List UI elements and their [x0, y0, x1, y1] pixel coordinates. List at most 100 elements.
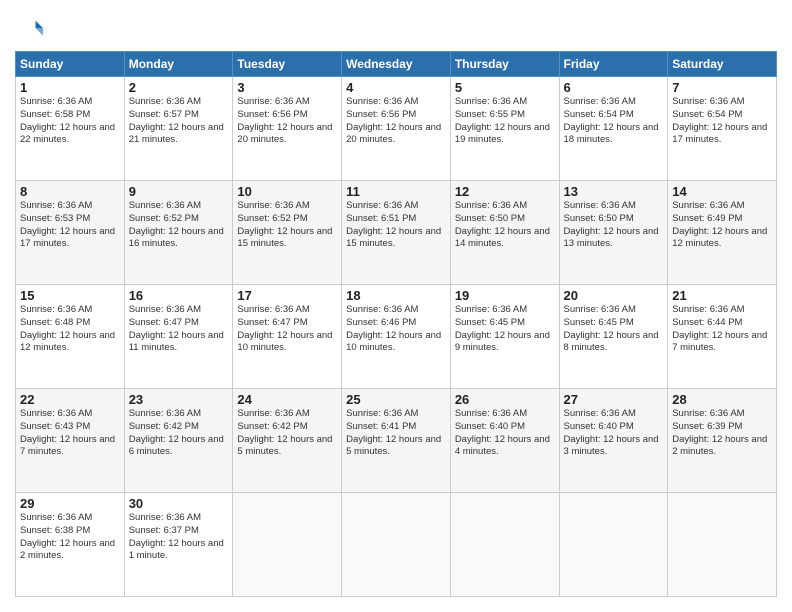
day-number: 3 — [237, 80, 337, 95]
calendar-cell — [342, 493, 451, 597]
day-number: 21 — [672, 288, 772, 303]
cell-info: Sunrise: 6:36 AMSunset: 6:45 PMDaylight:… — [455, 304, 550, 353]
cell-info: Sunrise: 6:36 AMSunset: 6:44 PMDaylight:… — [672, 304, 767, 353]
calendar-cell: 11 Sunrise: 6:36 AMSunset: 6:51 PMDaylig… — [342, 181, 451, 285]
cell-info: Sunrise: 6:36 AMSunset: 6:52 PMDaylight:… — [237, 200, 332, 249]
cell-info: Sunrise: 6:36 AMSunset: 6:48 PMDaylight:… — [20, 304, 115, 353]
logo-icon — [15, 15, 43, 43]
cell-info: Sunrise: 6:36 AMSunset: 6:58 PMDaylight:… — [20, 96, 115, 145]
calendar-cell — [559, 493, 668, 597]
cell-info: Sunrise: 6:36 AMSunset: 6:54 PMDaylight:… — [564, 96, 659, 145]
calendar-cell: 16 Sunrise: 6:36 AMSunset: 6:47 PMDaylig… — [124, 285, 233, 389]
calendar-cell: 27 Sunrise: 6:36 AMSunset: 6:40 PMDaylig… — [559, 389, 668, 493]
day-number: 10 — [237, 184, 337, 199]
calendar-cell: 28 Sunrise: 6:36 AMSunset: 6:39 PMDaylig… — [668, 389, 777, 493]
cell-info: Sunrise: 6:36 AMSunset: 6:37 PMDaylight:… — [129, 512, 224, 561]
calendar-week-row: 22 Sunrise: 6:36 AMSunset: 6:43 PMDaylig… — [16, 389, 777, 493]
calendar-cell: 3 Sunrise: 6:36 AMSunset: 6:56 PMDayligh… — [233, 77, 342, 181]
calendar-week-row: 29 Sunrise: 6:36 AMSunset: 6:38 PMDaylig… — [16, 493, 777, 597]
calendar-day-header: Wednesday — [342, 52, 451, 77]
cell-info: Sunrise: 6:36 AMSunset: 6:40 PMDaylight:… — [455, 408, 550, 457]
cell-info: Sunrise: 6:36 AMSunset: 6:45 PMDaylight:… — [564, 304, 659, 353]
calendar-day-header: Friday — [559, 52, 668, 77]
calendar-cell: 10 Sunrise: 6:36 AMSunset: 6:52 PMDaylig… — [233, 181, 342, 285]
day-number: 29 — [20, 496, 120, 511]
calendar-cell: 15 Sunrise: 6:36 AMSunset: 6:48 PMDaylig… — [16, 285, 125, 389]
calendar-week-row: 15 Sunrise: 6:36 AMSunset: 6:48 PMDaylig… — [16, 285, 777, 389]
calendar-cell: 2 Sunrise: 6:36 AMSunset: 6:57 PMDayligh… — [124, 77, 233, 181]
day-number: 11 — [346, 184, 446, 199]
day-number: 18 — [346, 288, 446, 303]
calendar-cell: 25 Sunrise: 6:36 AMSunset: 6:41 PMDaylig… — [342, 389, 451, 493]
calendar-cell: 18 Sunrise: 6:36 AMSunset: 6:46 PMDaylig… — [342, 285, 451, 389]
day-number: 8 — [20, 184, 120, 199]
calendar-cell: 21 Sunrise: 6:36 AMSunset: 6:44 PMDaylig… — [668, 285, 777, 389]
cell-info: Sunrise: 6:36 AMSunset: 6:46 PMDaylight:… — [346, 304, 441, 353]
calendar-cell: 24 Sunrise: 6:36 AMSunset: 6:42 PMDaylig… — [233, 389, 342, 493]
cell-info: Sunrise: 6:36 AMSunset: 6:54 PMDaylight:… — [672, 96, 767, 145]
calendar-day-header: Saturday — [668, 52, 777, 77]
day-number: 12 — [455, 184, 555, 199]
cell-info: Sunrise: 6:36 AMSunset: 6:56 PMDaylight:… — [346, 96, 441, 145]
day-number: 6 — [564, 80, 664, 95]
calendar-cell: 26 Sunrise: 6:36 AMSunset: 6:40 PMDaylig… — [450, 389, 559, 493]
day-number: 19 — [455, 288, 555, 303]
day-number: 16 — [129, 288, 229, 303]
day-number: 28 — [672, 392, 772, 407]
cell-info: Sunrise: 6:36 AMSunset: 6:57 PMDaylight:… — [129, 96, 224, 145]
day-number: 5 — [455, 80, 555, 95]
calendar-cell: 29 Sunrise: 6:36 AMSunset: 6:38 PMDaylig… — [16, 493, 125, 597]
calendar-cell — [233, 493, 342, 597]
day-number: 13 — [564, 184, 664, 199]
day-number: 25 — [346, 392, 446, 407]
calendar-cell: 9 Sunrise: 6:36 AMSunset: 6:52 PMDayligh… — [124, 181, 233, 285]
calendar-cell: 6 Sunrise: 6:36 AMSunset: 6:54 PMDayligh… — [559, 77, 668, 181]
calendar-day-header: Monday — [124, 52, 233, 77]
calendar-cell: 20 Sunrise: 6:36 AMSunset: 6:45 PMDaylig… — [559, 285, 668, 389]
day-number: 26 — [455, 392, 555, 407]
day-number: 1 — [20, 80, 120, 95]
calendar-table: SundayMondayTuesdayWednesdayThursdayFrid… — [15, 51, 777, 597]
cell-info: Sunrise: 6:36 AMSunset: 6:39 PMDaylight:… — [672, 408, 767, 457]
cell-info: Sunrise: 6:36 AMSunset: 6:42 PMDaylight:… — [129, 408, 224, 457]
day-number: 24 — [237, 392, 337, 407]
calendar-cell: 19 Sunrise: 6:36 AMSunset: 6:45 PMDaylig… — [450, 285, 559, 389]
day-number: 7 — [672, 80, 772, 95]
cell-info: Sunrise: 6:36 AMSunset: 6:52 PMDaylight:… — [129, 200, 224, 249]
calendar-header-row: SundayMondayTuesdayWednesdayThursdayFrid… — [16, 52, 777, 77]
day-number: 2 — [129, 80, 229, 95]
cell-info: Sunrise: 6:36 AMSunset: 6:40 PMDaylight:… — [564, 408, 659, 457]
calendar-day-header: Thursday — [450, 52, 559, 77]
cell-info: Sunrise: 6:36 AMSunset: 6:43 PMDaylight:… — [20, 408, 115, 457]
logo — [15, 15, 47, 43]
day-number: 30 — [129, 496, 229, 511]
cell-info: Sunrise: 6:36 AMSunset: 6:42 PMDaylight:… — [237, 408, 332, 457]
cell-info: Sunrise: 6:36 AMSunset: 6:50 PMDaylight:… — [455, 200, 550, 249]
calendar-cell: 14 Sunrise: 6:36 AMSunset: 6:49 PMDaylig… — [668, 181, 777, 285]
day-number: 17 — [237, 288, 337, 303]
cell-info: Sunrise: 6:36 AMSunset: 6:47 PMDaylight:… — [129, 304, 224, 353]
calendar-cell — [450, 493, 559, 597]
day-number: 23 — [129, 392, 229, 407]
calendar-day-header: Sunday — [16, 52, 125, 77]
calendar-week-row: 1 Sunrise: 6:36 AMSunset: 6:58 PMDayligh… — [16, 77, 777, 181]
cell-info: Sunrise: 6:36 AMSunset: 6:53 PMDaylight:… — [20, 200, 115, 249]
day-number: 20 — [564, 288, 664, 303]
calendar-cell: 8 Sunrise: 6:36 AMSunset: 6:53 PMDayligh… — [16, 181, 125, 285]
calendar-cell: 7 Sunrise: 6:36 AMSunset: 6:54 PMDayligh… — [668, 77, 777, 181]
calendar-cell: 1 Sunrise: 6:36 AMSunset: 6:58 PMDayligh… — [16, 77, 125, 181]
calendar-cell: 17 Sunrise: 6:36 AMSunset: 6:47 PMDaylig… — [233, 285, 342, 389]
day-number: 9 — [129, 184, 229, 199]
day-number: 14 — [672, 184, 772, 199]
calendar-cell: 4 Sunrise: 6:36 AMSunset: 6:56 PMDayligh… — [342, 77, 451, 181]
calendar-cell: 23 Sunrise: 6:36 AMSunset: 6:42 PMDaylig… — [124, 389, 233, 493]
day-number: 4 — [346, 80, 446, 95]
cell-info: Sunrise: 6:36 AMSunset: 6:55 PMDaylight:… — [455, 96, 550, 145]
calendar-day-header: Tuesday — [233, 52, 342, 77]
calendar-week-row: 8 Sunrise: 6:36 AMSunset: 6:53 PMDayligh… — [16, 181, 777, 285]
cell-info: Sunrise: 6:36 AMSunset: 6:41 PMDaylight:… — [346, 408, 441, 457]
page: SundayMondayTuesdayWednesdayThursdayFrid… — [0, 0, 792, 612]
calendar-cell: 30 Sunrise: 6:36 AMSunset: 6:37 PMDaylig… — [124, 493, 233, 597]
cell-info: Sunrise: 6:36 AMSunset: 6:38 PMDaylight:… — [20, 512, 115, 561]
calendar-cell — [668, 493, 777, 597]
